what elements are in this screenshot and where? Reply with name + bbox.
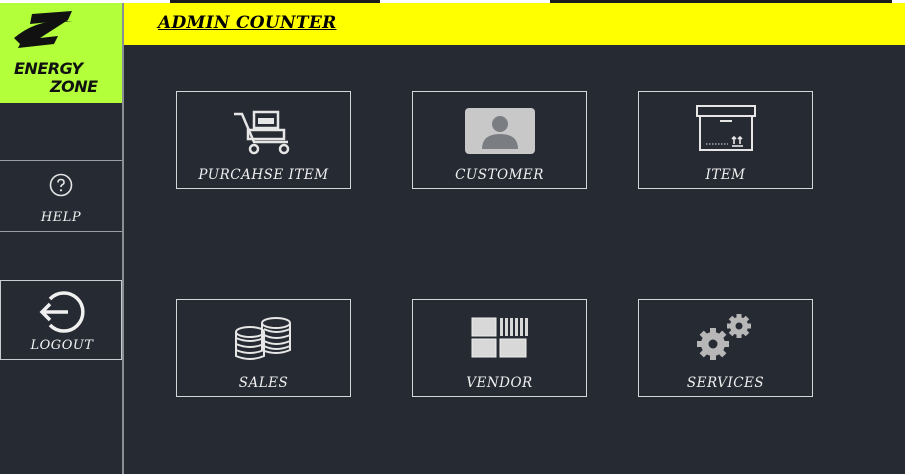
help-button[interactable]: HELP bbox=[0, 160, 122, 232]
logout-icon bbox=[39, 291, 85, 333]
box-icon bbox=[695, 105, 756, 151]
help-label: HELP bbox=[40, 210, 82, 225]
logo-swoosh-icon bbox=[14, 11, 76, 48]
vendor-icon bbox=[471, 317, 528, 358]
trolley-icon bbox=[233, 110, 289, 155]
customer-icon bbox=[464, 108, 535, 154]
item-button[interactable]: ITEM bbox=[638, 91, 813, 189]
energy-zone-logo: ENERGY ZONE bbox=[0, 3, 122, 103]
page-title: ADMIN COUNTER bbox=[158, 13, 337, 33]
services-label: SERVICES bbox=[686, 375, 765, 391]
help-icon bbox=[49, 173, 73, 197]
purchase-item-label: PURCAHSE ITEM bbox=[198, 167, 329, 183]
vendor-label: VENDOR bbox=[466, 375, 533, 391]
logout-label: LOGOUT bbox=[30, 338, 94, 353]
item-label: ITEM bbox=[705, 167, 746, 183]
logout-button[interactable]: LOGOUT bbox=[0, 280, 122, 360]
sales-button[interactable]: SALES bbox=[176, 299, 351, 397]
sidebar: ENERGY ZONE HELP LOGOUT bbox=[0, 3, 124, 474]
customer-button[interactable]: CUSTOMER bbox=[412, 91, 587, 189]
logo-text-line1: ENERGY bbox=[14, 59, 83, 78]
gears-icon bbox=[696, 314, 751, 360]
services-button[interactable]: SERVICES bbox=[638, 299, 813, 397]
vendor-button[interactable]: VENDOR bbox=[412, 299, 587, 397]
coins-icon bbox=[234, 317, 291, 360]
logo-text-line2: ZONE bbox=[50, 77, 98, 96]
sales-label: SALES bbox=[238, 375, 289, 391]
header-bar: ADMIN COUNTER bbox=[124, 3, 905, 45]
purchase-item-button[interactable]: PURCAHSE ITEM bbox=[176, 91, 351, 189]
customer-label: CUSTOMER bbox=[455, 167, 544, 183]
